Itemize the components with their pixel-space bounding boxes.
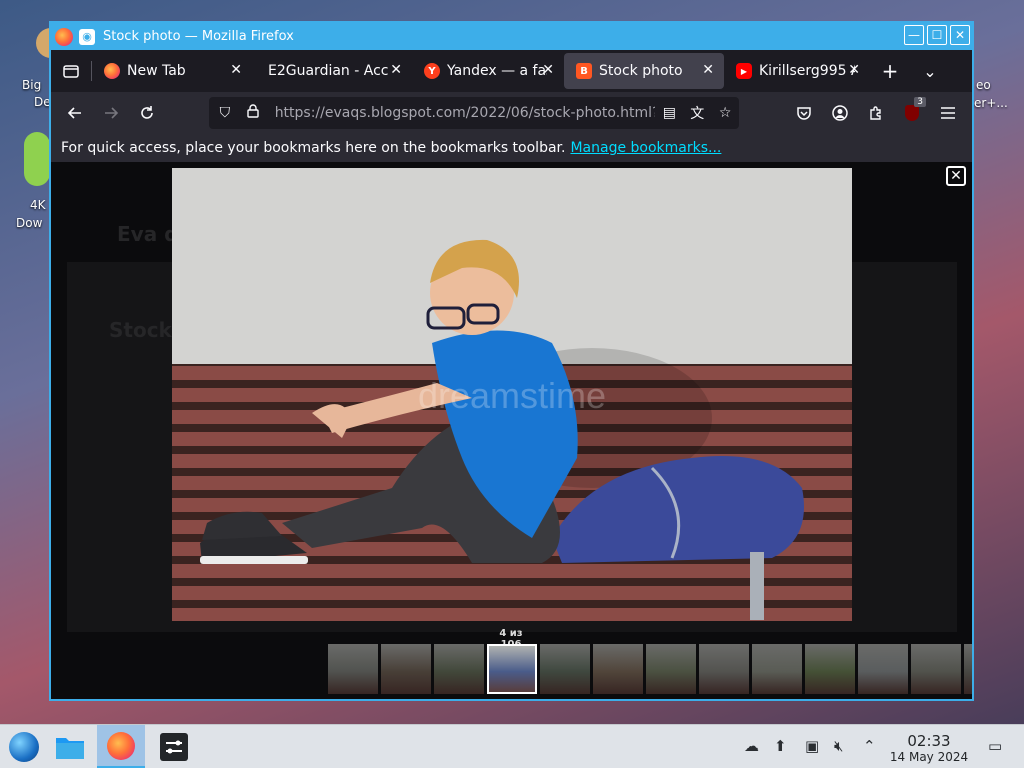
settings-sliders-icon bbox=[160, 733, 188, 761]
window-titlebar[interactable]: ◉ Stock photo — Mozilla Firefox — ☐ ✕ bbox=[51, 23, 972, 50]
navigation-bar: ⛉ https://evaqs.blogspot.com/2022/06/sto… bbox=[51, 92, 972, 134]
clock[interactable]: 02:33 14 May 2024 bbox=[888, 732, 970, 764]
thumbnail-item[interactable] bbox=[593, 644, 643, 694]
taskbar: ☁ ⬆ ▣ 🔇︎ ⌃ 02:33 14 May 2024 ▭ bbox=[0, 724, 1024, 768]
watermark-text: dreamstime bbox=[418, 375, 606, 416]
reader-view-icon[interactable]: ▤ bbox=[655, 105, 683, 121]
chevron-up-icon[interactable]: ⌃ bbox=[863, 737, 876, 755]
thumbnail-item[interactable] bbox=[434, 644, 484, 694]
tab-close-icon[interactable]: ✕ bbox=[542, 62, 554, 78]
firefox-icon bbox=[104, 63, 120, 79]
cloud-upload-icon[interactable]: ☁ bbox=[744, 737, 759, 755]
close-window-button[interactable]: ✕ bbox=[950, 25, 970, 45]
firefox-icon bbox=[107, 731, 135, 760]
tab-stock-photo[interactable]: B Stock photo ✕ bbox=[564, 53, 724, 89]
tab-strip: New Tab ✕ E2Guardian - Access Denied ✕ Y… bbox=[51, 50, 972, 92]
tab-e2guardian[interactable]: E2Guardian - Access Denied ✕ bbox=[252, 53, 412, 89]
firefox-taskbar-button[interactable] bbox=[97, 725, 145, 768]
url-bar[interactable]: ⛉ https://evaqs.blogspot.com/2022/06/sto… bbox=[209, 97, 739, 129]
pin-icon[interactable]: ◉ bbox=[79, 28, 95, 45]
tab-kirillserg[interactable]: ▶ Kirillserg995 Archive ✕ bbox=[724, 53, 870, 89]
show-desktop-icon[interactable]: ▭ bbox=[988, 737, 1002, 755]
thumbnail-item[interactable] bbox=[858, 644, 908, 694]
thumbnail-item[interactable] bbox=[752, 644, 802, 694]
tab-label: Yandex — a fast search engine bbox=[447, 63, 547, 79]
url-text[interactable]: https://evaqs.blogspot.com/2022/06/stock… bbox=[275, 105, 656, 121]
thumbnail-item[interactable] bbox=[540, 644, 590, 694]
desktop-icon-label-dow[interactable]: Dow bbox=[16, 216, 42, 230]
ublock-icon[interactable]: 3 bbox=[894, 97, 930, 129]
tab-label: Stock photo bbox=[599, 63, 683, 79]
lightbox-photo[interactable]: dreamstime bbox=[172, 168, 852, 621]
extension-badge: 3 bbox=[914, 97, 926, 107]
manage-bookmarks-link[interactable]: Manage bookmarks... bbox=[570, 140, 721, 156]
tab-label: Kirillserg995 Archive bbox=[759, 63, 855, 79]
list-all-tabs-button[interactable]: ⌄ bbox=[910, 53, 950, 89]
thumbnail-item[interactable] bbox=[487, 644, 537, 694]
window-title: Stock photo — Mozilla Firefox bbox=[103, 29, 294, 44]
start-logo-icon bbox=[9, 732, 39, 762]
clock-time: 02:33 bbox=[907, 732, 951, 750]
tab-close-icon[interactable]: ✕ bbox=[702, 62, 714, 78]
translate-icon[interactable]: 文 bbox=[683, 103, 711, 123]
thumbnail-item[interactable] bbox=[805, 644, 855, 694]
bookmarks-toolbar: For quick access, place your bookmarks h… bbox=[51, 134, 972, 162]
tab-label: New Tab bbox=[127, 63, 186, 79]
background-page-header: Eva q bbox=[117, 222, 179, 246]
start-menu-button[interactable] bbox=[0, 725, 48, 768]
tab-close-icon[interactable]: ✕ bbox=[230, 62, 242, 78]
tab-close-icon[interactable]: ✕ bbox=[390, 62, 402, 78]
desktop-icon-label-eo[interactable]: eo bbox=[976, 78, 991, 92]
file-manager-button[interactable] bbox=[46, 725, 94, 768]
blogger-icon: B bbox=[576, 63, 592, 79]
pocket-icon[interactable] bbox=[786, 97, 822, 129]
back-arrow-icon bbox=[67, 107, 81, 119]
back-button[interactable] bbox=[57, 97, 93, 129]
thumbnail-item[interactable] bbox=[328, 644, 378, 694]
tab-new-tab[interactable]: New Tab ✕ bbox=[92, 53, 252, 89]
reload-icon bbox=[141, 106, 153, 119]
forward-button[interactable] bbox=[93, 97, 129, 129]
desktop-icon-label-big[interactable]: Big bbox=[22, 78, 41, 92]
firefox-window: ◉ Stock photo — Mozilla Firefox — ☐ ✕ Ne… bbox=[49, 21, 974, 701]
menu-hamburger-icon[interactable] bbox=[930, 97, 966, 129]
new-tab-button[interactable]: + bbox=[870, 53, 910, 89]
mixer-taskbar-button[interactable] bbox=[150, 725, 198, 768]
maximize-button[interactable]: ☐ bbox=[927, 25, 947, 45]
account-icon[interactable] bbox=[822, 97, 858, 129]
desktop-icon-label-er[interactable]: er+... bbox=[974, 96, 1008, 110]
forward-arrow-icon bbox=[105, 107, 119, 119]
clipboard-icon[interactable]: ▣ bbox=[805, 737, 819, 755]
lightbox-close-button[interactable]: ✕ bbox=[946, 166, 966, 186]
thumbnail-strip bbox=[328, 644, 972, 696]
reload-button[interactable] bbox=[129, 97, 165, 129]
tab-close-icon[interactable]: ✕ bbox=[848, 62, 860, 78]
thumbnail-item[interactable] bbox=[699, 644, 749, 694]
background-page-title: Stock bbox=[109, 318, 172, 342]
bookmarks-message: For quick access, place your bookmarks h… bbox=[61, 140, 566, 156]
minimize-button[interactable]: — bbox=[904, 25, 924, 45]
thumbnail-item[interactable] bbox=[911, 644, 961, 694]
tab-label: E2Guardian - Access Denied bbox=[268, 63, 388, 79]
tab-yandex[interactable]: Y Yandex — a fast search engine ✕ bbox=[412, 53, 564, 89]
desktop-icon-bg-2 bbox=[24, 132, 50, 186]
yandex-icon: Y bbox=[424, 63, 440, 79]
youtube-icon: ▶ bbox=[736, 63, 752, 79]
extensions-icon[interactable] bbox=[858, 97, 894, 129]
thumbnail-item[interactable] bbox=[381, 644, 431, 694]
volume-muted-icon[interactable]: 🔇︎ bbox=[834, 737, 843, 755]
folder-icon bbox=[56, 738, 84, 759]
updates-icon[interactable]: ⬆ bbox=[774, 737, 787, 755]
thumbnail-item[interactable] bbox=[646, 644, 696, 694]
lock-icon[interactable] bbox=[239, 104, 267, 122]
bookmark-star-icon[interactable]: ☆ bbox=[711, 105, 739, 121]
desktop-icon-label-4k[interactable]: 4K bbox=[30, 198, 46, 212]
shield-icon[interactable]: ⛉ bbox=[211, 105, 239, 121]
thumbnail-item[interactable] bbox=[964, 644, 972, 694]
firefox-view-icon[interactable] bbox=[51, 50, 91, 92]
firefox-icon bbox=[55, 27, 73, 46]
page-content: Eva q Stock dreamstime ✕ 4 из bbox=[51, 162, 972, 699]
clock-date: 14 May 2024 bbox=[889, 750, 969, 764]
